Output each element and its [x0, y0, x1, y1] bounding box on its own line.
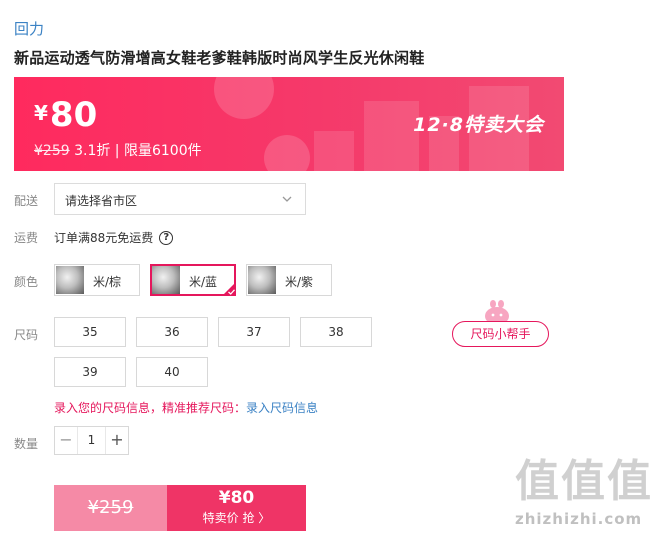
- shipping-label: 运费: [14, 231, 39, 245]
- region-select-value: 请选择省市区: [65, 194, 138, 208]
- color-option-label: 米/蓝: [189, 275, 218, 289]
- buy-button[interactable]: ¥259 ¥80 特卖价 抢 〉: [54, 485, 306, 531]
- help-icon[interactable]: ?: [159, 230, 174, 245]
- discount-text: 3.1折 | 限量6100件: [74, 143, 202, 159]
- quantity-minus-button[interactable]: −: [55, 427, 77, 454]
- buy-sale-section: ¥80 特卖价 抢 〉: [167, 485, 306, 531]
- sale-price-amount: 80: [49, 95, 98, 135]
- buy-sale-price: ¥80: [218, 488, 255, 508]
- size-option-40[interactable]: 40: [136, 357, 208, 387]
- price-subline: ¥259 3.1折 | 限量6100件: [34, 140, 202, 160]
- size-option-39[interactable]: 39: [54, 357, 126, 387]
- sale-price: ¥80: [34, 95, 97, 135]
- watermark-url: zhizhizhi.com: [515, 510, 643, 528]
- currency-symbol: ¥: [34, 101, 48, 125]
- balloon-decoration: [214, 77, 274, 119]
- event-label: 12·8特卖大会: [413, 114, 544, 136]
- shipping-info: 订单满88元免运费 ?: [54, 229, 174, 246]
- size-info-link[interactable]: 录入尺码信息: [246, 401, 318, 415]
- selected-check-icon: [222, 282, 236, 296]
- brand-link[interactable]: 回力: [14, 18, 44, 39]
- shoe-thumbnail: [56, 266, 84, 294]
- quantity-value[interactable]: 1: [77, 427, 106, 454]
- buy-original-price: ¥259: [54, 485, 167, 531]
- size-option-36[interactable]: 36: [136, 317, 208, 347]
- buy-action-label: 特卖价 抢 〉: [202, 511, 271, 525]
- color-option-brown[interactable]: 米/棕: [54, 264, 140, 296]
- price-banner: ¥80 ¥259 3.1折 | 限量6100件 12·8特卖大会: [14, 77, 564, 171]
- quantity-stepper: − 1 +: [54, 426, 129, 455]
- original-price: ¥259: [34, 143, 70, 159]
- chevron-down-icon: [282, 196, 292, 202]
- shoe-thumbnail: [248, 266, 276, 294]
- size-helper-button[interactable]: 尺码小帮手: [452, 321, 549, 347]
- color-option-purple[interactable]: 米/紫: [246, 264, 332, 296]
- shoe-thumbnail: [152, 266, 180, 294]
- product-title: 新品运动透气防滑增高女鞋老爹鞋韩版时尚风学生反光休闲鞋: [14, 49, 425, 67]
- color-option-label: 米/棕: [93, 275, 122, 289]
- size-option-37[interactable]: 37: [218, 317, 290, 347]
- delivery-label: 配送: [14, 194, 39, 208]
- quantity-label: 数量: [14, 437, 39, 451]
- region-select[interactable]: 请选择省市区: [54, 183, 306, 215]
- shipping-text: 订单满88元免运费: [54, 231, 154, 245]
- size-option-38[interactable]: 38: [300, 317, 372, 347]
- color-option-blue[interactable]: 米/蓝: [150, 264, 236, 296]
- watermark: 值值值 zhizhizhi.com: [515, 456, 663, 529]
- size-tip: 录入您的尺码信息，精准推荐尺码：录入尺码信息: [54, 399, 318, 416]
- size-option-35[interactable]: 35: [54, 317, 126, 347]
- color-option-label: 米/紫: [285, 275, 314, 289]
- color-label: 颜色: [14, 275, 39, 289]
- size-tip-text: 录入您的尺码信息，精准推荐尺码：: [54, 401, 247, 415]
- quantity-plus-button[interactable]: +: [106, 427, 128, 454]
- size-label: 尺码: [14, 328, 39, 342]
- watermark-logo: 值值值: [515, 456, 653, 507]
